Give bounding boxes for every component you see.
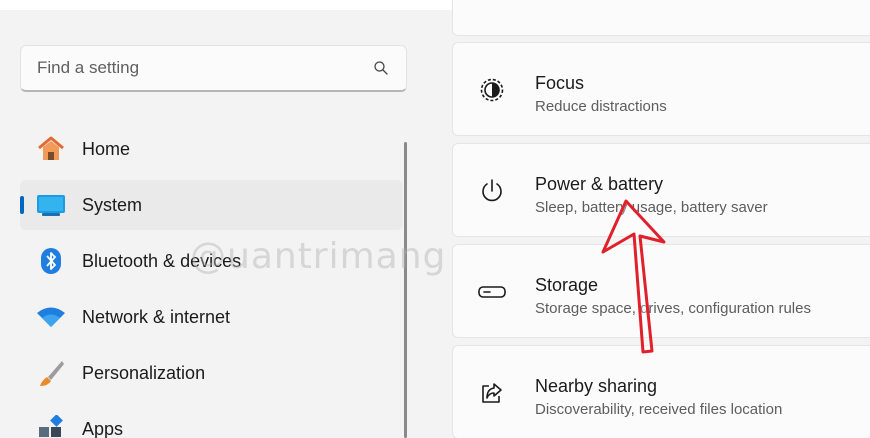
storage-icon	[477, 277, 507, 307]
search-icon[interactable]	[372, 59, 390, 77]
apps-icon	[36, 414, 66, 438]
card-title: Storage	[535, 275, 599, 295]
card-title: Nearby sharing	[535, 376, 658, 396]
sidebar-item-label: Home	[82, 138, 131, 159]
power-icon	[477, 176, 507, 206]
sidebar-item-network[interactable]: Network & internet	[20, 292, 403, 342]
system-icon	[36, 190, 66, 220]
sidebar-item-personalization[interactable]: Personalization	[20, 348, 403, 398]
settings-card-nearby-sharing[interactable]: Nearby sharing Discoverability, received…	[452, 345, 870, 438]
wifi-icon	[36, 302, 66, 332]
settings-card-power[interactable]: Power & battery Sleep, battery usage, ba…	[452, 143, 870, 237]
partial-card[interactable]	[452, 0, 870, 36]
sidebar-item-label: Apps	[82, 418, 124, 438]
settings-card-storage[interactable]: Storage Storage space, drives, configura…	[452, 244, 870, 338]
sidebar-item-label: System	[82, 194, 143, 215]
card-description: Storage space, drives, configuration rul…	[535, 300, 811, 317]
active-indicator	[20, 196, 24, 214]
card-description: Discoverability, received files location	[535, 401, 783, 418]
brush-icon	[36, 358, 66, 388]
sidebar-item-label: Network & internet	[82, 306, 231, 327]
home-icon	[36, 134, 66, 164]
sidebar-scrollbar[interactable]	[404, 142, 407, 438]
card-title: Power & battery	[535, 174, 664, 194]
focus-icon	[477, 75, 507, 105]
sidebar-item-label: Personalization	[82, 362, 206, 383]
share-icon	[477, 378, 507, 408]
sidebar-item-apps[interactable]: Apps	[20, 404, 403, 438]
settings-card-focus[interactable]: Focus Reduce distractions	[452, 42, 870, 136]
search-box[interactable]: Find a setting	[20, 45, 407, 92]
card-description: Reduce distractions	[535, 98, 667, 115]
bluetooth-icon	[36, 246, 66, 276]
search-input[interactable]: Find a setting	[37, 58, 372, 78]
watermark: @uantrimang	[190, 236, 447, 277]
card-description: Sleep, battery usage, battery saver	[535, 199, 768, 216]
sidebar-item-home[interactable]: Home	[20, 124, 403, 174]
card-title: Focus	[535, 73, 585, 93]
sidebar-item-system[interactable]: System	[20, 180, 403, 230]
